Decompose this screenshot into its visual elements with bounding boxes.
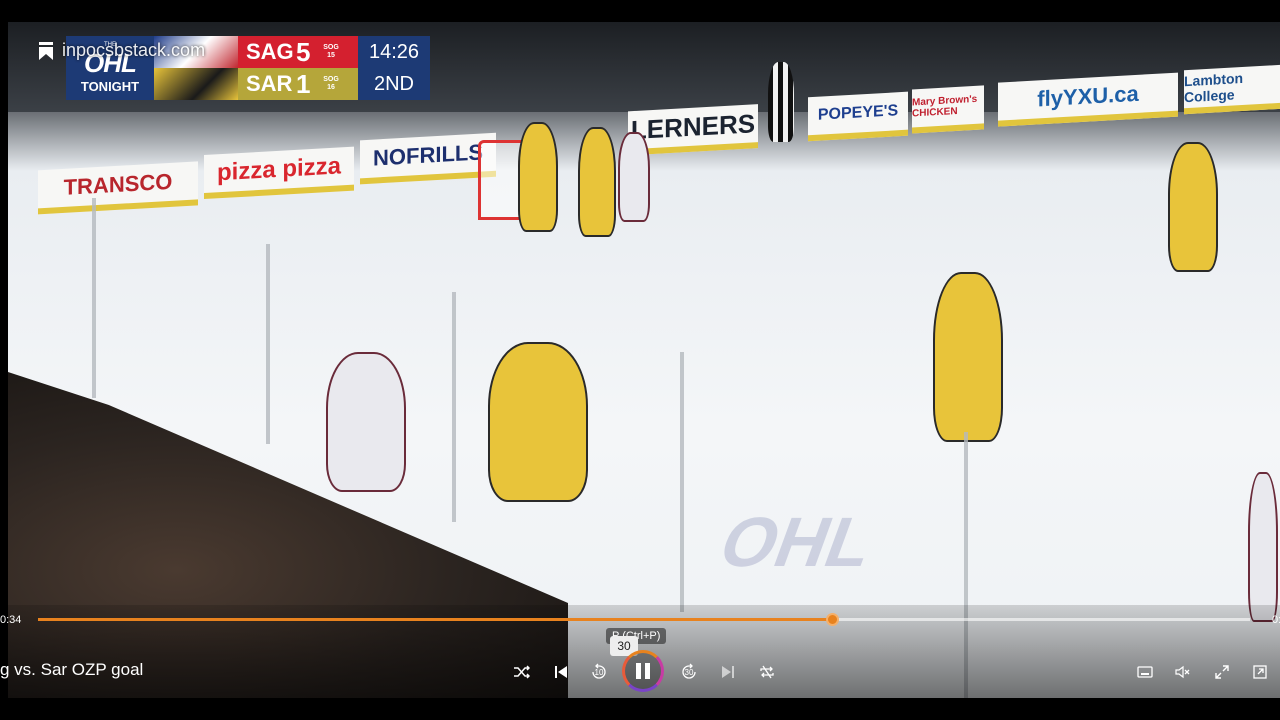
time-current: 0:34	[0, 614, 22, 626]
ad-board: TRANSCO	[38, 161, 198, 215]
player	[1168, 142, 1218, 272]
shuffle-icon[interactable]	[510, 660, 534, 684]
player	[933, 272, 1003, 442]
ad-board: NOFRILLS	[360, 132, 496, 185]
player	[618, 132, 650, 222]
ad-board: POPEYE'S	[808, 91, 908, 142]
center-ice-logo: OHL	[709, 503, 886, 581]
glass-post	[452, 292, 456, 522]
ad-board: pizza pizza	[204, 146, 354, 200]
away-score-row: SAR 1 SOG 16	[238, 68, 358, 100]
bookmark-icon[interactable]	[38, 42, 54, 60]
glass-post	[92, 198, 96, 398]
away-score: 1	[296, 68, 311, 99]
sarnia-logo	[154, 68, 238, 100]
time-total: 0:	[1272, 614, 1280, 626]
pause-icon-bar	[645, 663, 650, 679]
forward-label: 30	[684, 667, 694, 677]
video-title: g vs. Sar OZP goal	[0, 660, 144, 679]
ad-board: Mary Brown's CHICKEN	[912, 85, 984, 134]
clock-time: 14:26	[368, 40, 420, 63]
game-clock: 14:26 2ND	[358, 36, 430, 100]
ad-board: flyYXU.ca	[998, 72, 1178, 127]
league-sub: TONIGHT	[80, 79, 140, 94]
glass-post	[266, 244, 270, 444]
away-abbr: SAR	[246, 71, 293, 96]
skip-previous-icon[interactable]	[549, 660, 573, 684]
seek-progress	[38, 618, 832, 621]
player	[518, 122, 558, 232]
fullscreen-icon[interactable]	[1210, 660, 1234, 684]
watermark-text: inpocsbstack.com	[62, 40, 206, 60]
referee	[768, 62, 794, 142]
pause-button[interactable]	[622, 650, 664, 692]
pause-icon	[636, 663, 641, 679]
forward-button[interactable]: 30	[677, 660, 701, 684]
seek-bar[interactable]	[38, 613, 1250, 626]
miniplayer-icon[interactable]	[1133, 660, 1157, 684]
rewind-button[interactable]: 10	[587, 660, 611, 684]
away-sog: SOG 16	[323, 76, 339, 91]
rewind-label: 10	[594, 667, 604, 677]
home-score: 5	[296, 36, 311, 67]
home-abbr: SAG	[246, 39, 294, 64]
period: 2ND	[373, 72, 414, 95]
video-frame[interactable]: TRANSCO pizza pizza NOFRILLS LERNERS POP…	[8, 22, 1280, 698]
glass-post	[680, 352, 684, 612]
home-sog: SOG 15	[323, 44, 339, 59]
repeat-icon[interactable]	[755, 660, 779, 684]
volume-muted-icon[interactable]	[1171, 660, 1195, 684]
player	[488, 342, 588, 502]
score-column: SAG 5 SOG 15 SAR 1 SOG 16	[238, 36, 358, 100]
ad-board: Lambton College	[1184, 64, 1280, 115]
seek-thumb[interactable]	[825, 613, 839, 626]
media-player: TRANSCO pizza pizza NOFRILLS LERNERS POP…	[0, 0, 1280, 720]
skip-next-icon[interactable]	[716, 660, 740, 684]
player	[578, 127, 616, 237]
player	[1248, 472, 1278, 622]
player	[326, 352, 406, 492]
home-score-row: SAG 5 SOG 15	[238, 36, 358, 68]
popout-icon[interactable]	[1248, 660, 1272, 684]
